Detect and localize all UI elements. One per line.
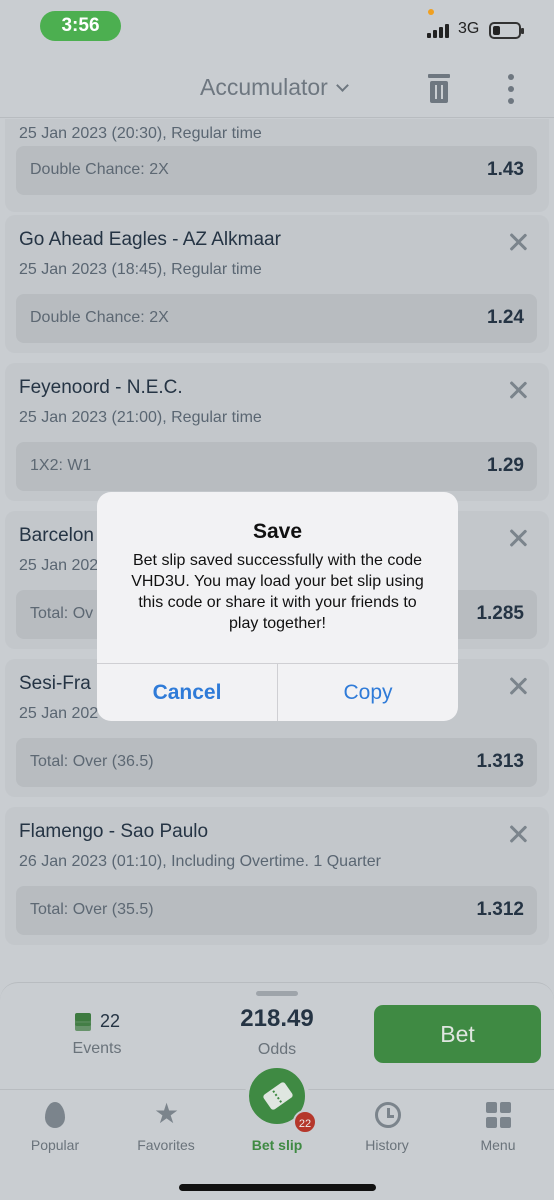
dialog-actions: Cancel Copy [97, 663, 458, 721]
bet-card: 25 Jan 2023 (20:30), Regular time Double… [5, 119, 549, 212]
match-title: Flamengo - Sao Paulo [19, 821, 209, 842]
remove-bet-close-icon[interactable] [509, 381, 527, 399]
market-label: Total: Over (36.5) [30, 753, 154, 770]
bet-selection[interactable]: Double Chance: 2X 1.24 [16, 294, 537, 343]
grid-icon [486, 1102, 511, 1128]
bet-selection[interactable]: 1X2: W1 1.29 [16, 442, 537, 491]
event-datetime: 25 Jan 202 [19, 557, 99, 574]
bet-card: Feyenoord - N.E.C. 25 Jan 2023 (21:00), … [5, 363, 549, 501]
bet-selection[interactable]: Double Chance: 2X 1.43 [16, 146, 537, 195]
remove-bet-close-icon[interactable] [509, 233, 527, 251]
battery-icon [489, 22, 524, 39]
save-dialog: Save Bet slip saved successfully with th… [97, 492, 458, 721]
clock-icon [375, 1102, 401, 1128]
market-label: 1X2: W1 [30, 457, 92, 474]
tab-label: Bet slip [251, 1137, 303, 1153]
signal-icon [427, 22, 449, 38]
bet-type-dropdown[interactable]: Accumulator [200, 74, 349, 101]
bet-selection[interactable]: Total: Over (35.5) 1.312 [16, 886, 537, 935]
tab-favorites[interactable]: ★ Favorites [116, 1090, 216, 1170]
privacy-indicator [428, 9, 434, 15]
tab-menu[interactable]: Menu [448, 1090, 548, 1170]
tab-label: Menu [480, 1137, 516, 1153]
home-indicator[interactable] [179, 1184, 376, 1191]
event-datetime: 25 Jan 202 [19, 705, 99, 722]
more-options-icon[interactable] [507, 74, 515, 104]
dialog-message: Bet slip saved successfully with the cod… [131, 552, 424, 632]
layers-icon [74, 1012, 92, 1031]
bet-selection[interactable]: Total: Over (36.5) 1.313 [16, 738, 537, 787]
page-title: Accumulator [200, 74, 328, 100]
trash-icon[interactable] [428, 74, 450, 104]
drag-handle[interactable] [256, 991, 298, 996]
bottom-tab-bar: Popular ★ Favorites Bet slip 22 History … [0, 1064, 554, 1200]
odd-value: 1.24 [487, 307, 524, 328]
match-title: Sesi-Fra [19, 673, 91, 694]
market-label: Double Chance: 2X [30, 309, 169, 326]
chevron-down-icon [335, 79, 349, 92]
tab-label: Favorites [137, 1137, 195, 1153]
total-odds: 218.49 Odds [220, 1005, 334, 1059]
odd-value: 1.312 [476, 899, 524, 920]
ticket-icon [262, 1081, 294, 1111]
match-title: Barcelon [19, 525, 94, 546]
dialog-title: Save [252, 520, 303, 543]
star-icon: ★ [154, 1098, 180, 1129]
match-title: Feyenoord - N.E.C. [19, 377, 183, 398]
app-header: Accumulator [0, 52, 554, 118]
total-odds-value: 218.49 [240, 1005, 314, 1032]
market-label: Double Chance: 2X [30, 161, 169, 178]
remove-bet-close-icon[interactable] [509, 825, 527, 843]
events-label: Events [72, 1040, 122, 1057]
odd-value: 1.285 [476, 603, 524, 624]
event-datetime: 26 Jan 2023 (01:10), Including Overtime.… [19, 853, 381, 870]
events-count-value: 22 [99, 1011, 121, 1031]
tab-label: History [365, 1137, 409, 1153]
status-bar: 3:56 3G [0, 0, 554, 52]
remove-bet-close-icon[interactable] [509, 677, 527, 695]
copy-button[interactable]: Copy [278, 664, 458, 721]
event-datetime: 25 Jan 2023 (20:30), Regular time [19, 125, 262, 142]
tab-popular[interactable]: Popular [5, 1090, 105, 1170]
event-datetime: 25 Jan 2023 (21:00), Regular time [19, 409, 262, 426]
remove-bet-close-icon[interactable] [509, 529, 527, 547]
cancel-button[interactable]: Cancel [97, 664, 278, 721]
market-label: Total: Over (35.5) [30, 901, 154, 918]
odd-value: 1.43 [487, 159, 524, 180]
odds-label: Odds [257, 1041, 297, 1058]
place-bet-button[interactable]: Bet [374, 1005, 541, 1063]
network-type: 3G [458, 20, 480, 37]
flame-icon [45, 1102, 65, 1128]
events-count: 22 Events [62, 1011, 132, 1058]
tab-history[interactable]: History [337, 1090, 437, 1170]
bet-slip-badge: 22 [293, 1110, 317, 1134]
odd-value: 1.29 [487, 455, 524, 476]
odd-value: 1.313 [476, 751, 524, 772]
bet-card: Go Ahead Eagles - AZ Alkmaar 25 Jan 2023… [5, 215, 549, 353]
event-datetime: 25 Jan 2023 (18:45), Regular time [19, 261, 262, 278]
status-time: 3:56 [40, 11, 121, 41]
market-label: Total: Ov [30, 605, 94, 622]
tab-label: Popular [30, 1137, 80, 1153]
match-title: Go Ahead Eagles - AZ Alkmaar [19, 229, 281, 250]
bet-card: Flamengo - Sao Paulo 26 Jan 2023 (01:10)… [5, 807, 549, 945]
